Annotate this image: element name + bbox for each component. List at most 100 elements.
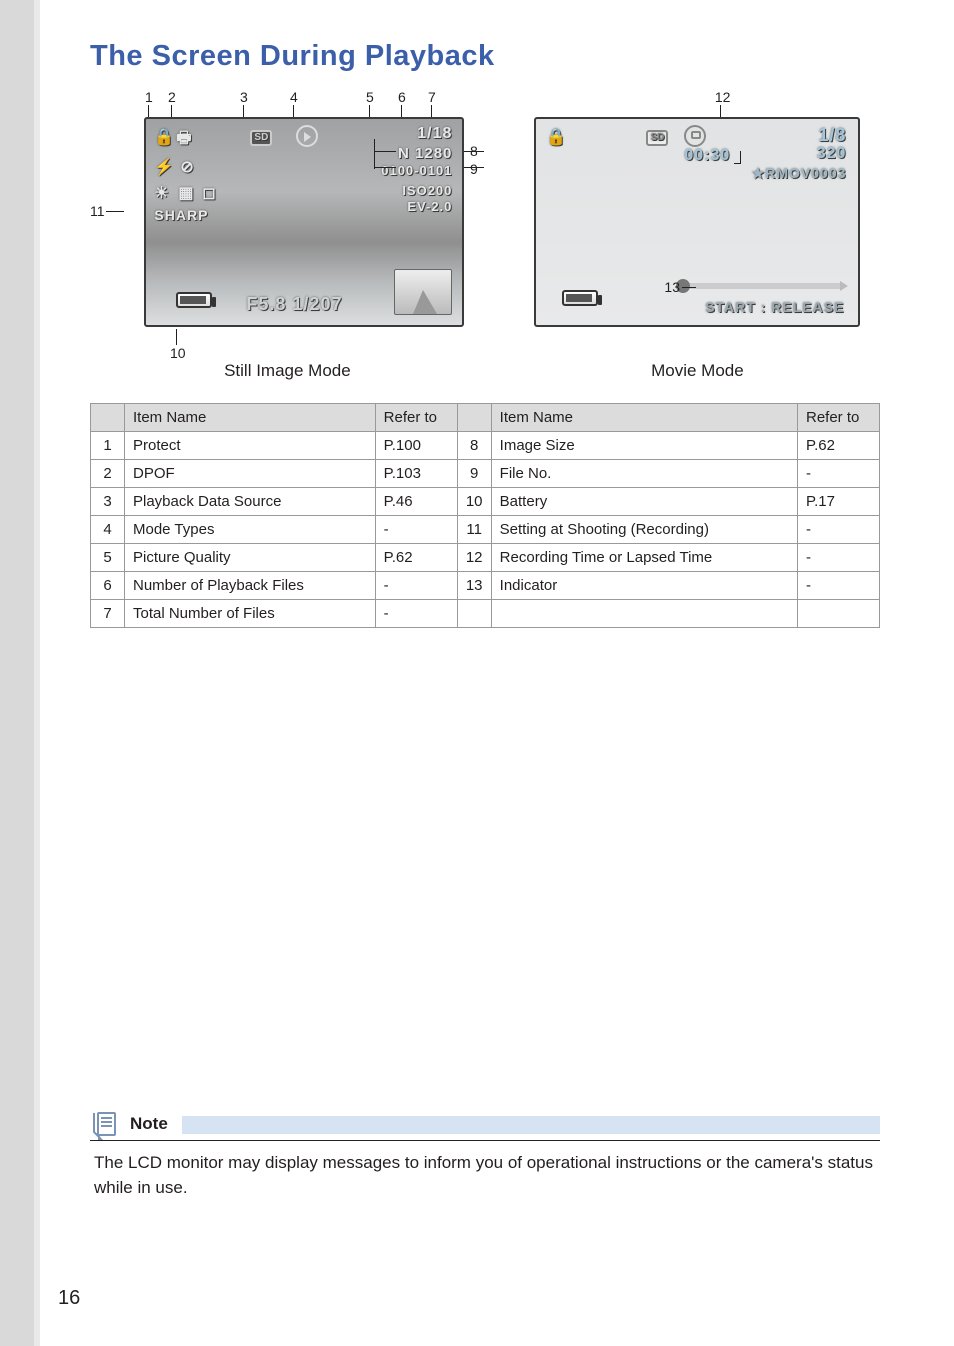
callout-13: 13: [664, 279, 680, 295]
cell-name: [491, 600, 797, 628]
cell-name: Recording Time or Lapsed Time: [491, 544, 797, 572]
cell-ref: P.62: [375, 544, 457, 572]
callout-9: 9: [470, 161, 478, 177]
cell-ref: -: [798, 544, 880, 572]
header-item-left: Item Name: [125, 404, 376, 432]
cell-ref: P.103: [375, 460, 457, 488]
start-release: START : RELEASE: [705, 299, 844, 315]
header-blank: [91, 404, 125, 432]
movie-mode-label: Movie Mode: [651, 361, 744, 381]
note-block: Note The LCD monitor may display message…: [90, 1110, 880, 1200]
table-row: 5 Picture Quality P.62 12 Recording Time…: [91, 544, 880, 572]
sharp-label: SHARP: [154, 207, 208, 223]
still-mode-label: Still Image Mode: [224, 361, 351, 381]
mode-playback-icon: [296, 125, 318, 152]
callout-10: 10: [170, 345, 186, 361]
file-count: 1/18: [417, 125, 452, 143]
note-icon: [90, 1110, 120, 1140]
callout-3: 3: [240, 89, 248, 105]
cell-name: Image Size: [491, 432, 797, 460]
callout-12: 12: [715, 89, 731, 105]
cell-ref: -: [375, 572, 457, 600]
note-label: Note: [128, 1114, 174, 1136]
cell-num: 11: [457, 516, 491, 544]
callout-6: 6: [398, 89, 406, 105]
cell-ref: -: [798, 460, 880, 488]
cell-ref: -: [798, 516, 880, 544]
file-no: 0100-0101: [381, 163, 452, 178]
dpof-print-icon: 🖶: [176, 127, 191, 154]
cell-num: 9: [457, 460, 491, 488]
macro-icon: ⊘: [180, 157, 193, 177]
cell-num: 7: [91, 600, 125, 628]
cell-name: DPOF: [125, 460, 376, 488]
callout-1: 1: [145, 89, 153, 105]
cell-num: 3: [91, 488, 125, 516]
cell-ref: P.17: [798, 488, 880, 516]
movie-size: 320: [817, 145, 847, 163]
metering-icon: ▦: [178, 183, 193, 203]
thumbnail-preview: [394, 269, 452, 315]
cell-name: Number of Playback Files: [125, 572, 376, 600]
progress-indicator: [684, 283, 844, 289]
callout-7: 7: [428, 89, 436, 105]
cell-num: 12: [457, 544, 491, 572]
page-number: 16: [58, 1287, 80, 1310]
cell-num: [457, 600, 491, 628]
battery-icon: [176, 292, 212, 313]
cell-ref: [798, 600, 880, 628]
reference-table: Item Name Refer to Item Name Refer to 1 …: [90, 403, 880, 628]
cell-ref: -: [798, 572, 880, 600]
iso-label: ISO200: [402, 183, 452, 198]
cell-num: 10: [457, 488, 491, 516]
cell-num: 2: [91, 460, 125, 488]
table-header-row: Item Name Refer to Item Name Refer to: [91, 404, 880, 432]
cell-num: 5: [91, 544, 125, 572]
wb-icon: ☀: [154, 183, 168, 203]
table-row: 4 Mode Types - 11 Setting at Shooting (R…: [91, 516, 880, 544]
cell-num: 4: [91, 516, 125, 544]
cell-name: Mode Types: [125, 516, 376, 544]
sd-icon: SD: [646, 127, 668, 146]
callout-5: 5: [366, 89, 374, 105]
cell-name: Indicator: [491, 572, 797, 600]
callout-11: 11: [90, 203, 105, 219]
table-row: 1 Protect P.100 8 Image Size P.62: [91, 432, 880, 460]
header-blank2: [457, 404, 491, 432]
table-row: 6 Number of Playback Files - 13 Indicato…: [91, 572, 880, 600]
table-row: 3 Playback Data Source P.46 10 Battery P…: [91, 488, 880, 516]
image-size: N 1280: [398, 145, 452, 162]
callout-2: 2: [168, 89, 176, 105]
note-header: Note: [90, 1110, 880, 1141]
cell-ref: -: [375, 600, 457, 628]
movie-diagram-col: 12 🔒 SD 1/8 320 ★RMOV0003 00:30: [515, 89, 880, 381]
header-item-right: Item Name: [491, 404, 797, 432]
callout-8: 8: [470, 143, 478, 159]
cell-num: 8: [457, 432, 491, 460]
protect-lock-icon: 🔒: [546, 127, 566, 147]
square-icon: ◻: [202, 183, 215, 203]
cell-ref: P.46: [375, 488, 457, 516]
diagram-row: 1 2 3 4 5 6 7 🔒 🖶 SD: [90, 89, 880, 381]
note-header-bar: [182, 1116, 880, 1134]
cell-num: 1: [91, 432, 125, 460]
header-refer-right: Refer to: [798, 404, 880, 432]
ev-label: EV-2.0: [407, 199, 452, 214]
movie-file-count: 1/8: [818, 125, 846, 146]
cell-name: Playback Data Source: [125, 488, 376, 516]
cell-name: Total Number of Files: [125, 600, 376, 628]
exposure-info: F5.8 1/207: [246, 294, 342, 315]
sd-icon: SD: [250, 127, 272, 146]
section-title: The Screen During Playback: [90, 40, 880, 73]
cell-name: Setting at Shooting (Recording): [491, 516, 797, 544]
battery-icon: [562, 290, 598, 311]
table-row: 2 DPOF P.103 9 File No. -: [91, 460, 880, 488]
still-diagram-col: 1 2 3 4 5 6 7 🔒 🖶 SD: [90, 89, 485, 381]
protect-lock-icon: 🔒: [154, 127, 174, 147]
cell-ref: -: [375, 516, 457, 544]
still-screen: 🔒 🖶 SD ⚡ ⊘ ☀ ▦ ◻ SHARP 1/18 N 1280 0100-…: [144, 117, 464, 327]
cell-num: 6: [91, 572, 125, 600]
rec-time: 00:30: [684, 147, 730, 165]
flash-icon: ⚡: [154, 157, 174, 177]
header-refer-left: Refer to: [375, 404, 457, 432]
